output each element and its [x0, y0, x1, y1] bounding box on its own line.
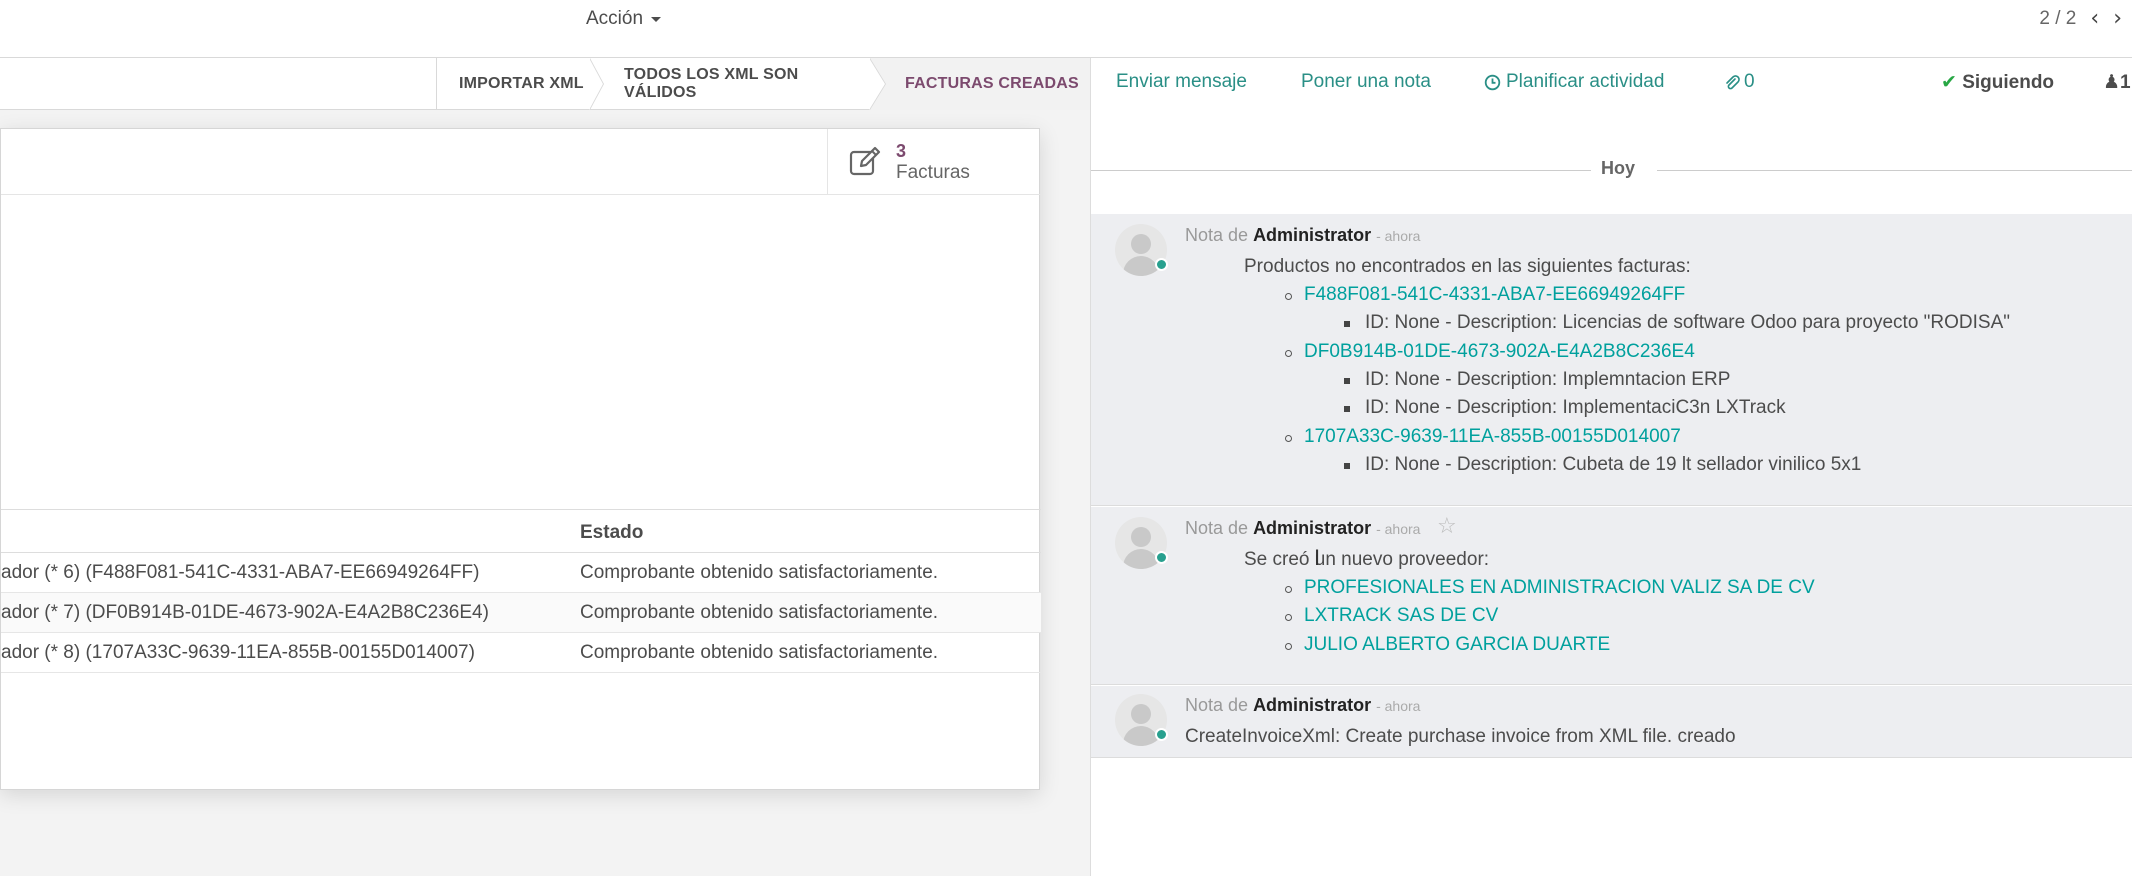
chevron-left-icon[interactable]: ‹	[2090, 6, 2099, 31]
following-label: Siguiendo	[1962, 72, 2055, 93]
stage-label: IMPORTAR XML	[459, 75, 584, 92]
online-status-icon	[1155, 258, 1168, 271]
row-name: ador (* 7) (DF0B914B-01DE-4673-902A-E4A2…	[1, 602, 489, 623]
online-status-icon	[1155, 728, 1168, 741]
bullet-square	[1344, 321, 1350, 327]
bullet-circle	[1285, 435, 1292, 442]
send-message-button[interactable]: Enviar mensaje	[1116, 71, 1247, 93]
pager-value[interactable]: 2 / 2	[2039, 8, 2076, 30]
chatter-message: Nota de Administrator - ahora ☆ Se creó …	[1091, 507, 2132, 685]
paperclip-icon	[1726, 74, 1740, 89]
message-intro: Se creó un nuevo proveedor:	[1244, 549, 1490, 570]
row-estado: Comprobante obtenido satisfactoriamente.	[580, 562, 939, 583]
user-icon: ♟	[2103, 72, 2121, 93]
note-prefix: Nota de	[1185, 695, 1249, 715]
row-estado: Comprobante obtenido satisfactoriamente.	[580, 602, 939, 623]
star-icon[interactable]: ☆	[1437, 513, 1457, 539]
message-author[interactable]: Administrator	[1253, 518, 1371, 538]
date-separator-line	[1657, 170, 2132, 171]
message-time: - ahora	[1376, 521, 1421, 537]
chatter-message: Nota de Administrator - ahora Productos …	[1091, 214, 2132, 506]
row-name: ador (* 6) (F488F081-541C-4331-ABA7-EE66…	[1, 562, 480, 583]
invoice-link[interactable]: 1707A33C-9639-11EA-855B-00155D014007	[1304, 426, 1681, 448]
invoice-link[interactable]: F488F081-541C-4331-ABA7-EE66949264FF	[1304, 284, 1685, 306]
date-separator-label: Hoy	[1601, 158, 1636, 178]
invoices-label: Facturas	[896, 162, 970, 183]
table-header: Estado	[1, 509, 1041, 553]
stage-separator	[589, 58, 603, 110]
action-dropdown[interactable]: Acción	[586, 8, 662, 30]
product-description: ID: None - Description: Implemntacion ER…	[1365, 369, 1731, 390]
action-label: Acción	[586, 8, 644, 29]
vendor-link[interactable]: JULIO ALBERTO GARCIA DUARTE	[1304, 634, 1610, 656]
check-icon: ✔	[1941, 72, 1957, 93]
bullet-circle	[1285, 586, 1292, 593]
stage-label: TODOS LOS XML SON VÁLIDOS	[624, 66, 799, 101]
table-row[interactable]: ador (* 7) (DF0B914B-01DE-4673-902A-E4A2…	[1, 593, 1041, 633]
attachments-button[interactable]: 0	[1723, 71, 1755, 93]
product-description: ID: None - Description: Licencias de sof…	[1365, 312, 2010, 333]
invoices-count: 3	[896, 141, 907, 161]
bullet-circle	[1285, 350, 1292, 357]
control-panel: Acción 2 / 2 ‹ ›	[0, 0, 2132, 58]
message-intro: Productos no encontrados en las siguient…	[1244, 256, 1691, 277]
clock-icon	[1484, 74, 1501, 90]
chatter-message: Nota de Administrator - ahora CreateInvo…	[1091, 686, 2132, 758]
bullet-circle	[1285, 614, 1292, 621]
message-header: Nota de Administrator - ahora	[1185, 695, 1420, 716]
message-header: Nota de Administrator - ahora	[1185, 225, 1420, 246]
stage-facturas-creadas[interactable]: FACTURAS CREADAS	[870, 58, 1090, 110]
invoice-link[interactable]: DF0B914B-01DE-4673-902A-E4A2B8C236E4	[1304, 341, 1695, 363]
online-status-icon	[1155, 551, 1168, 564]
table-row[interactable]: ador (* 6) (F488F081-541C-4331-ABA7-EE66…	[1, 553, 1041, 593]
chatter-topbar: Enviar mensaje Poner una nota Planificar…	[1091, 58, 2132, 110]
followers-button[interactable]: ♟1	[2103, 71, 2131, 94]
followers-count: 1	[2120, 72, 2131, 93]
bullet-square	[1344, 406, 1350, 412]
chatter-panel: Enviar mensaje Poner una nota Planificar…	[1090, 58, 2132, 876]
table-row[interactable]: ador (* 8) (1707A33C-9639-11EA-855B-0015…	[1, 633, 1041, 673]
results-table: Estado ador (* 6) (F488F081-541C-4331-AB…	[1, 509, 1041, 673]
message-author[interactable]: Administrator	[1253, 695, 1371, 715]
message-body: CreateInvoiceXml: Create purchase invoic…	[1185, 726, 1736, 747]
following-button[interactable]: ✔ Siguiendo	[1941, 71, 2054, 94]
stage-xml-validos[interactable]: TODOS LOS XML SON VÁLIDOS	[604, 58, 870, 110]
button-box: 3 Facturas	[1, 129, 1041, 195]
date-separator-line	[1091, 170, 1591, 171]
message-time: - ahora	[1376, 228, 1421, 244]
product-description: ID: None - Description: ImplementaciC3n …	[1365, 397, 1786, 418]
row-name: ador (* 8) (1707A33C-9639-11EA-855B-0015…	[1, 642, 475, 663]
stage-label: FACTURAS CREADAS	[905, 75, 1079, 92]
message-header: Nota de Administrator - ahora	[1185, 518, 1420, 539]
schedule-label: Planificar actividad	[1506, 71, 1665, 92]
vendor-link[interactable]: LXTRACK SAS DE CV	[1304, 605, 1498, 627]
attachments-count: 0	[1744, 71, 1755, 92]
message-author[interactable]: Administrator	[1253, 225, 1371, 245]
product-description: ID: None - Description: Cubeta de 19 lt …	[1365, 454, 1862, 475]
edit-icon	[849, 146, 881, 176]
bullet-square	[1344, 378, 1350, 384]
stage-importar-xml[interactable]: IMPORTAR XML	[436, 58, 592, 110]
pager: 2 / 2 ‹ ›	[2039, 6, 2122, 31]
column-estado[interactable]: Estado	[580, 522, 643, 544]
status-bar: IMPORTAR XML TODOS LOS XML SON VÁLIDOS F…	[0, 58, 1090, 110]
log-note-button[interactable]: Poner una nota	[1301, 71, 1431, 93]
note-prefix: Nota de	[1185, 518, 1249, 538]
chevron-right-icon[interactable]: ›	[2113, 6, 2122, 31]
invoices-smart-button[interactable]: 3 Facturas	[827, 129, 1039, 195]
caret-down-icon	[651, 16, 662, 22]
bullet-circle	[1285, 643, 1292, 650]
text-cursor-icon: I	[1314, 545, 1321, 570]
stage-separator	[869, 58, 885, 110]
bullet-square	[1344, 463, 1350, 469]
note-prefix: Nota de	[1185, 225, 1249, 245]
bullet-circle	[1285, 293, 1292, 300]
vendor-link[interactable]: PROFESIONALES EN ADMINISTRACION VALIZ SA…	[1304, 577, 1815, 599]
row-estado: Comprobante obtenido satisfactoriamente.	[580, 642, 939, 663]
form-sheet: 3 Facturas Estado ador (* 6) (F488F081-5…	[0, 128, 1041, 790]
schedule-activity-button[interactable]: Planificar actividad	[1484, 71, 1664, 93]
message-time: - ahora	[1376, 698, 1421, 714]
